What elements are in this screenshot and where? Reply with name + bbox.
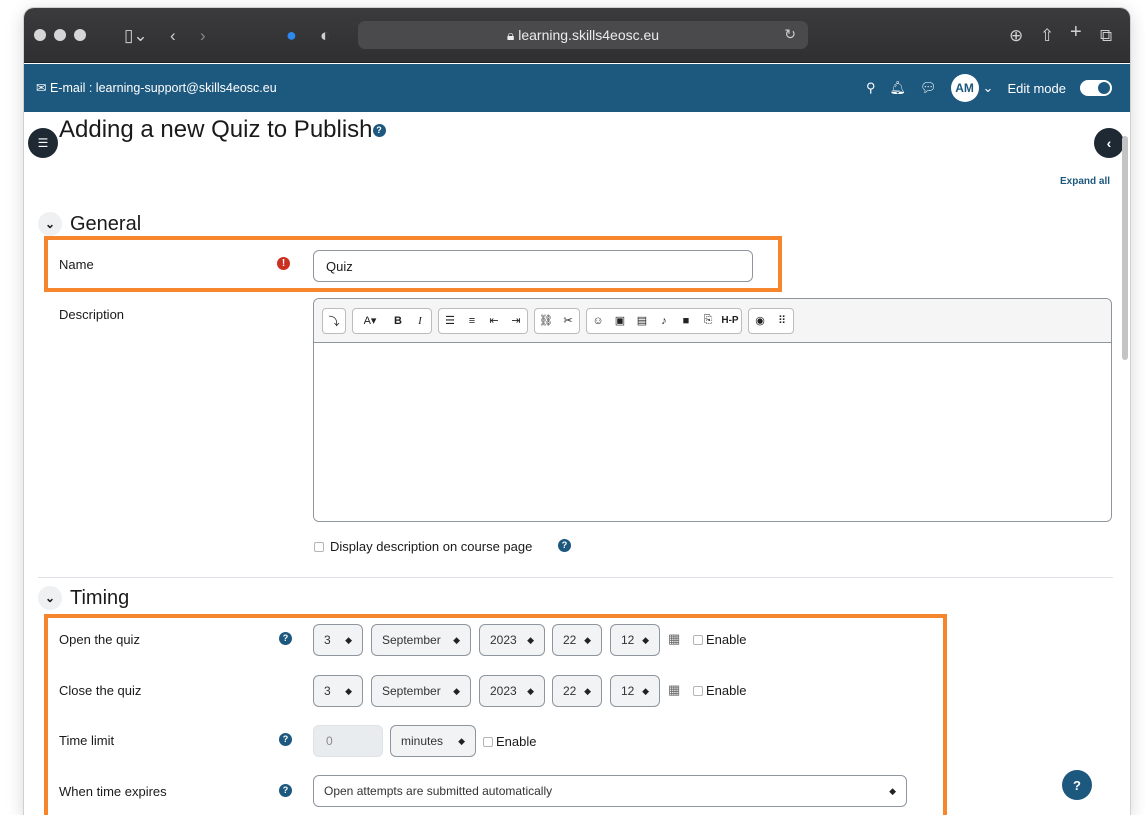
display-description-label: Display description on course page xyxy=(330,539,533,554)
screenreader-helper-icon[interactable]: ⠿ xyxy=(771,309,793,333)
shield-icon[interactable]: ◐ xyxy=(320,27,330,44)
record-video-icon[interactable]: ■ xyxy=(675,309,697,333)
bold-icon[interactable]: B xyxy=(387,309,409,333)
notification-bell-icon[interactable]: 🔔︎ xyxy=(890,80,907,96)
manage-files-icon[interactable]: ⎘ xyxy=(697,309,719,333)
avatar: AM xyxy=(950,74,979,102)
indent-icon[interactable]: ⇥ xyxy=(505,309,527,333)
unlink-icon[interactable]: ✂ xyxy=(557,309,579,333)
chevron-down-icon: ⌄ xyxy=(982,80,994,95)
description-editor[interactable]: ⤵ A▾ B I ☰ ≡ ⇤ ⇥ ⛓ ✂ ☺ ▣ ▤ ♪ ■ ⎘ H-P ◉ ⠿ xyxy=(313,298,1112,522)
minimize-window-button[interactable] xyxy=(54,29,66,41)
zoom-window-button[interactable] xyxy=(74,29,86,41)
user-menu[interactable]: AM ⌄ xyxy=(950,74,994,102)
lock-icon: 🔒︎ xyxy=(506,27,515,43)
site-navbar: ✉ E-mail : learning-support@skills4eosc.… xyxy=(24,64,1130,112)
description-label: Description xyxy=(59,307,125,322)
chevron-down-icon[interactable]: ⌄ xyxy=(38,212,62,236)
general-heading: General xyxy=(70,212,142,235)
editor-body[interactable] xyxy=(314,343,1111,521)
page-scrollbar[interactable] xyxy=(1122,136,1128,360)
section-divider xyxy=(38,577,1113,578)
italic-icon[interactable]: I xyxy=(409,309,431,333)
unordered-list-icon[interactable]: ☰ xyxy=(439,309,461,333)
edit-mode-toggle[interactable] xyxy=(1080,80,1112,96)
timing-highlight-box xyxy=(44,614,947,815)
close-window-button[interactable] xyxy=(34,29,46,41)
download-icon[interactable]: ⊕ xyxy=(1009,27,1023,44)
expand-all-link[interactable]: Expand all xyxy=(1060,176,1110,187)
url-text: learning.skills4eosc.eu xyxy=(518,27,660,43)
h5p-icon[interactable]: H-P xyxy=(719,309,741,333)
accessibility-checker-icon[interactable]: ◉ xyxy=(749,309,771,333)
extension-icon[interactable]: ● xyxy=(286,26,297,44)
emoji-icon[interactable]: ☺ xyxy=(587,309,609,333)
link-icon[interactable]: ⛓ xyxy=(535,309,557,333)
general-section-header[interactable]: ⌄ General xyxy=(38,212,141,236)
timing-heading: Timing xyxy=(70,586,130,609)
browser-toolbar: ▯⌄ ‹ › ● ◐ 🔒︎ learning.skills4eosc.eu ↻ … xyxy=(24,8,1130,63)
page-title: Adding a new Quiz to Publish? xyxy=(59,116,386,144)
share-icon[interactable]: ⇧ xyxy=(1040,27,1054,44)
ordered-list-icon[interactable]: ≡ xyxy=(461,309,483,333)
edit-mode-label: Edit mode xyxy=(1007,80,1066,96)
outdent-icon[interactable]: ⇤ xyxy=(483,309,505,333)
display-description-checkbox[interactable] xyxy=(314,542,324,552)
timing-section-header[interactable]: ⌄ Timing xyxy=(38,586,129,610)
page-title-text: Adding a new Quiz to Publish xyxy=(59,116,373,143)
browser-window: ▯⌄ ‹ › ● ◐ 🔒︎ learning.skills4eosc.eu ↻ … xyxy=(24,8,1130,815)
help-icon[interactable]: ? xyxy=(372,124,386,138)
sidebar-toggle-icon[interactable]: ▯⌄ xyxy=(124,27,148,44)
course-index-drawer-button[interactable]: ☰ xyxy=(28,128,58,158)
tab-overview-icon[interactable]: ⧉ xyxy=(1100,27,1112,44)
mail-icon: ✉ xyxy=(36,81,47,95)
support-email-link[interactable]: ✉ E-mail : learning-support@skills4eosc.… xyxy=(36,80,277,95)
chevron-down-icon[interactable]: ⌄ xyxy=(38,586,62,610)
forward-icon[interactable]: › xyxy=(200,27,206,44)
record-audio-icon[interactable]: ♪ xyxy=(653,309,675,333)
editor-toolbar: ⤵ A▾ B I ☰ ≡ ⇤ ⇥ ⛓ ✂ ☺ ▣ ▤ ♪ ■ ⎘ H-P ◉ ⠿ xyxy=(314,299,1111,343)
image-icon[interactable]: ▣ xyxy=(609,309,631,333)
reload-icon[interactable]: ↻ xyxy=(784,26,796,43)
new-tab-icon[interactable]: + xyxy=(1070,22,1082,42)
main-content: ☰ ‹ Adding a new Quiz to Publish? Expand… xyxy=(24,112,1130,815)
block-drawer-button[interactable]: ‹ xyxy=(1094,128,1124,158)
name-highlight-box xyxy=(44,236,782,292)
search-icon[interactable]: ⚲ xyxy=(866,80,876,96)
help-button[interactable]: ? xyxy=(1062,770,1092,800)
address-bar[interactable]: 🔒︎ learning.skills4eosc.eu ↻ xyxy=(358,21,808,49)
back-icon[interactable]: ‹ xyxy=(170,27,176,44)
text-style-icon[interactable]: A▾ xyxy=(353,309,387,333)
messages-icon[interactable]: 💬︎ xyxy=(920,80,937,96)
collapse-toolbar-icon[interactable]: ⤵ xyxy=(323,309,345,333)
help-icon[interactable]: ? xyxy=(558,539,571,552)
media-icon[interactable]: ▤ xyxy=(631,309,653,333)
support-email-text: E-mail : learning-support@skills4eosc.eu xyxy=(49,81,277,95)
